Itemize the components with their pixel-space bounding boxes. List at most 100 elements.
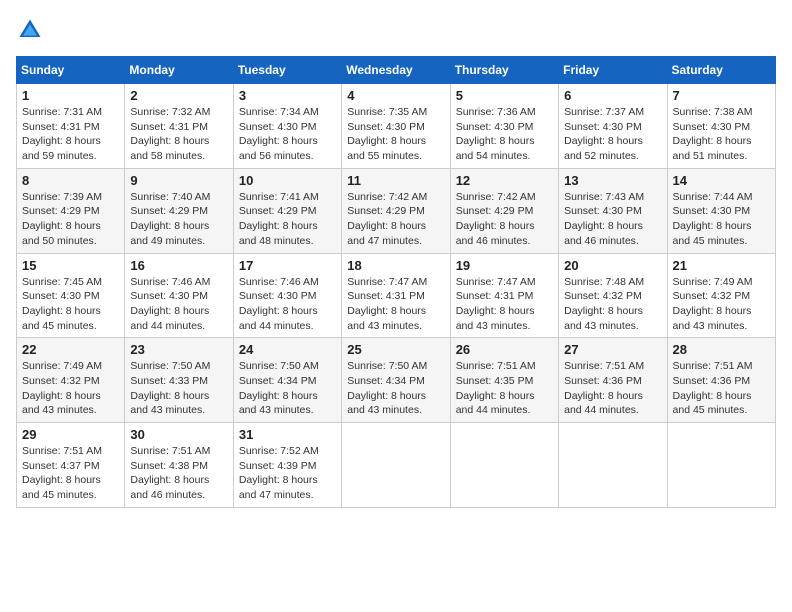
calendar-cell: 3 Sunrise: 7:34 AM Sunset: 4:30 PM Dayli… xyxy=(233,84,341,169)
week-row-5: 29 Sunrise: 7:51 AM Sunset: 4:37 PM Dayl… xyxy=(17,423,776,508)
day-info: Sunrise: 7:37 AM Sunset: 4:30 PM Dayligh… xyxy=(564,105,661,164)
calendar-cell: 27 Sunrise: 7:51 AM Sunset: 4:36 PM Dayl… xyxy=(559,338,667,423)
day-number: 18 xyxy=(347,258,444,273)
day-number: 26 xyxy=(456,342,553,357)
day-number: 25 xyxy=(347,342,444,357)
day-number: 4 xyxy=(347,88,444,103)
day-info: Sunrise: 7:50 AM Sunset: 4:34 PM Dayligh… xyxy=(239,359,336,418)
day-number: 11 xyxy=(347,173,444,188)
day-info: Sunrise: 7:50 AM Sunset: 4:33 PM Dayligh… xyxy=(130,359,227,418)
logo xyxy=(16,16,48,44)
day-info: Sunrise: 7:46 AM Sunset: 4:30 PM Dayligh… xyxy=(130,275,227,334)
header-thursday: Thursday xyxy=(450,57,558,84)
calendar-cell: 22 Sunrise: 7:49 AM Sunset: 4:32 PM Dayl… xyxy=(17,338,125,423)
header-friday: Friday xyxy=(559,57,667,84)
day-number: 16 xyxy=(130,258,227,273)
day-number: 29 xyxy=(22,427,119,442)
day-info: Sunrise: 7:47 AM Sunset: 4:31 PM Dayligh… xyxy=(456,275,553,334)
calendar-cell: 5 Sunrise: 7:36 AM Sunset: 4:30 PM Dayli… xyxy=(450,84,558,169)
day-number: 6 xyxy=(564,88,661,103)
calendar-cell: 15 Sunrise: 7:45 AM Sunset: 4:30 PM Dayl… xyxy=(17,253,125,338)
page-header xyxy=(16,16,776,44)
calendar-cell: 6 Sunrise: 7:37 AM Sunset: 4:30 PM Dayli… xyxy=(559,84,667,169)
day-number: 14 xyxy=(673,173,770,188)
day-number: 2 xyxy=(130,88,227,103)
day-number: 22 xyxy=(22,342,119,357)
day-info: Sunrise: 7:36 AM Sunset: 4:30 PM Dayligh… xyxy=(456,105,553,164)
day-info: Sunrise: 7:31 AM Sunset: 4:31 PM Dayligh… xyxy=(22,105,119,164)
calendar-cell: 20 Sunrise: 7:48 AM Sunset: 4:32 PM Dayl… xyxy=(559,253,667,338)
calendar-cell xyxy=(559,423,667,508)
calendar-cell: 24 Sunrise: 7:50 AM Sunset: 4:34 PM Dayl… xyxy=(233,338,341,423)
calendar-cell: 12 Sunrise: 7:42 AM Sunset: 4:29 PM Dayl… xyxy=(450,168,558,253)
week-row-3: 15 Sunrise: 7:45 AM Sunset: 4:30 PM Dayl… xyxy=(17,253,776,338)
calendar-cell: 2 Sunrise: 7:32 AM Sunset: 4:31 PM Dayli… xyxy=(125,84,233,169)
calendar-cell xyxy=(342,423,450,508)
logo-icon xyxy=(16,16,44,44)
day-number: 30 xyxy=(130,427,227,442)
calendar-cell xyxy=(667,423,775,508)
day-info: Sunrise: 7:40 AM Sunset: 4:29 PM Dayligh… xyxy=(130,190,227,249)
week-row-1: 1 Sunrise: 7:31 AM Sunset: 4:31 PM Dayli… xyxy=(17,84,776,169)
day-number: 24 xyxy=(239,342,336,357)
day-number: 13 xyxy=(564,173,661,188)
day-number: 21 xyxy=(673,258,770,273)
calendar-cell: 28 Sunrise: 7:51 AM Sunset: 4:36 PM Dayl… xyxy=(667,338,775,423)
day-number: 20 xyxy=(564,258,661,273)
day-number: 7 xyxy=(673,88,770,103)
day-info: Sunrise: 7:49 AM Sunset: 4:32 PM Dayligh… xyxy=(673,275,770,334)
day-number: 9 xyxy=(130,173,227,188)
header-wednesday: Wednesday xyxy=(342,57,450,84)
day-number: 23 xyxy=(130,342,227,357)
week-row-4: 22 Sunrise: 7:49 AM Sunset: 4:32 PM Dayl… xyxy=(17,338,776,423)
day-info: Sunrise: 7:34 AM Sunset: 4:30 PM Dayligh… xyxy=(239,105,336,164)
week-row-2: 8 Sunrise: 7:39 AM Sunset: 4:29 PM Dayli… xyxy=(17,168,776,253)
day-info: Sunrise: 7:47 AM Sunset: 4:31 PM Dayligh… xyxy=(347,275,444,334)
day-number: 17 xyxy=(239,258,336,273)
day-info: Sunrise: 7:39 AM Sunset: 4:29 PM Dayligh… xyxy=(22,190,119,249)
calendar-cell: 25 Sunrise: 7:50 AM Sunset: 4:34 PM Dayl… xyxy=(342,338,450,423)
day-number: 19 xyxy=(456,258,553,273)
calendar-cell: 10 Sunrise: 7:41 AM Sunset: 4:29 PM Dayl… xyxy=(233,168,341,253)
calendar-cell: 30 Sunrise: 7:51 AM Sunset: 4:38 PM Dayl… xyxy=(125,423,233,508)
calendar-cell: 7 Sunrise: 7:38 AM Sunset: 4:30 PM Dayli… xyxy=(667,84,775,169)
calendar-cell: 13 Sunrise: 7:43 AM Sunset: 4:30 PM Dayl… xyxy=(559,168,667,253)
calendar-cell: 14 Sunrise: 7:44 AM Sunset: 4:30 PM Dayl… xyxy=(667,168,775,253)
calendar-cell: 26 Sunrise: 7:51 AM Sunset: 4:35 PM Dayl… xyxy=(450,338,558,423)
day-number: 27 xyxy=(564,342,661,357)
day-number: 10 xyxy=(239,173,336,188)
day-info: Sunrise: 7:45 AM Sunset: 4:30 PM Dayligh… xyxy=(22,275,119,334)
day-info: Sunrise: 7:35 AM Sunset: 4:30 PM Dayligh… xyxy=(347,105,444,164)
day-number: 3 xyxy=(239,88,336,103)
header-saturday: Saturday xyxy=(667,57,775,84)
day-info: Sunrise: 7:41 AM Sunset: 4:29 PM Dayligh… xyxy=(239,190,336,249)
calendar-cell: 1 Sunrise: 7:31 AM Sunset: 4:31 PM Dayli… xyxy=(17,84,125,169)
day-number: 15 xyxy=(22,258,119,273)
day-info: Sunrise: 7:51 AM Sunset: 4:38 PM Dayligh… xyxy=(130,444,227,503)
day-number: 8 xyxy=(22,173,119,188)
day-info: Sunrise: 7:50 AM Sunset: 4:34 PM Dayligh… xyxy=(347,359,444,418)
day-info: Sunrise: 7:49 AM Sunset: 4:32 PM Dayligh… xyxy=(22,359,119,418)
day-info: Sunrise: 7:38 AM Sunset: 4:30 PM Dayligh… xyxy=(673,105,770,164)
header-tuesday: Tuesday xyxy=(233,57,341,84)
day-info: Sunrise: 7:51 AM Sunset: 4:36 PM Dayligh… xyxy=(564,359,661,418)
calendar-cell: 31 Sunrise: 7:52 AM Sunset: 4:39 PM Dayl… xyxy=(233,423,341,508)
day-info: Sunrise: 7:42 AM Sunset: 4:29 PM Dayligh… xyxy=(456,190,553,249)
calendar-cell: 4 Sunrise: 7:35 AM Sunset: 4:30 PM Dayli… xyxy=(342,84,450,169)
day-info: Sunrise: 7:44 AM Sunset: 4:30 PM Dayligh… xyxy=(673,190,770,249)
header-sunday: Sunday xyxy=(17,57,125,84)
calendar-cell: 16 Sunrise: 7:46 AM Sunset: 4:30 PM Dayl… xyxy=(125,253,233,338)
day-number: 28 xyxy=(673,342,770,357)
calendar-cell: 19 Sunrise: 7:47 AM Sunset: 4:31 PM Dayl… xyxy=(450,253,558,338)
calendar-cell: 8 Sunrise: 7:39 AM Sunset: 4:29 PM Dayli… xyxy=(17,168,125,253)
day-info: Sunrise: 7:51 AM Sunset: 4:35 PM Dayligh… xyxy=(456,359,553,418)
day-number: 12 xyxy=(456,173,553,188)
calendar-cell: 29 Sunrise: 7:51 AM Sunset: 4:37 PM Dayl… xyxy=(17,423,125,508)
calendar-cell: 17 Sunrise: 7:46 AM Sunset: 4:30 PM Dayl… xyxy=(233,253,341,338)
header-monday: Monday xyxy=(125,57,233,84)
day-info: Sunrise: 7:51 AM Sunset: 4:37 PM Dayligh… xyxy=(22,444,119,503)
calendar-cell: 21 Sunrise: 7:49 AM Sunset: 4:32 PM Dayl… xyxy=(667,253,775,338)
calendar-cell: 23 Sunrise: 7:50 AM Sunset: 4:33 PM Dayl… xyxy=(125,338,233,423)
calendar-cell: 11 Sunrise: 7:42 AM Sunset: 4:29 PM Dayl… xyxy=(342,168,450,253)
day-info: Sunrise: 7:32 AM Sunset: 4:31 PM Dayligh… xyxy=(130,105,227,164)
